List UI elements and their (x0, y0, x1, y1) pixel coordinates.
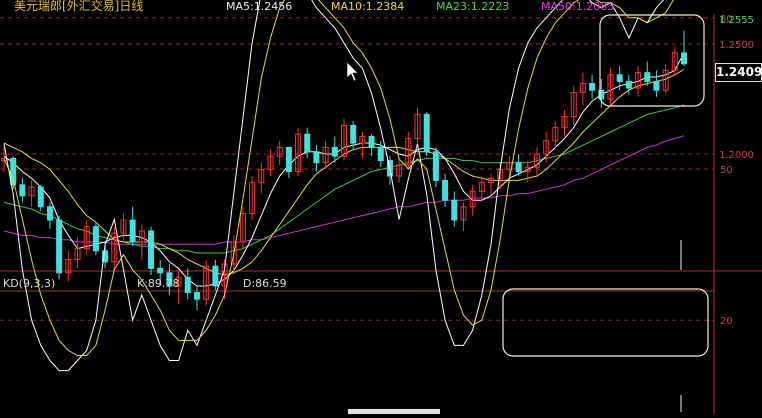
candle-body (377, 146, 384, 162)
current-price-box: 1.2409 (715, 63, 762, 82)
candle-body (19, 184, 26, 197)
candle-body (681, 52, 687, 65)
candle-body (589, 83, 596, 91)
candle-body (653, 80, 660, 91)
candle-body (56, 219, 63, 274)
candle-body (616, 74, 623, 82)
candle-body (285, 146, 292, 173)
mouse-cursor-icon (346, 61, 359, 82)
candle-body (368, 135, 375, 148)
kd-indicator-name: KD(9,3,3) (3, 277, 56, 290)
price-highlight-box (599, 14, 705, 107)
axis-labels: 1.25001.2000805020 (719, 14, 754, 327)
candle-body (129, 219, 136, 243)
candle-body (92, 226, 99, 252)
kd-tick-label: 50 (720, 165, 733, 176)
candle-body (432, 151, 439, 181)
candle-body (331, 146, 338, 157)
candle-body (37, 186, 44, 208)
candle-body (313, 151, 320, 164)
candle-body (184, 276, 191, 294)
candle-body (350, 124, 357, 144)
price-tick-label: 1.2500 (719, 40, 754, 51)
candle-body (157, 267, 164, 274)
ma23-label: MA23:1.2223 (436, 0, 510, 13)
kd-tick-label: 20 (720, 316, 733, 327)
candle-body (515, 162, 522, 173)
candle-body (193, 292, 200, 300)
candlesticks (1, 30, 687, 311)
scrollbar-thumb[interactable] (348, 409, 440, 414)
kd-highlight-box (502, 288, 709, 357)
kd-d-value: D:86.59 (243, 277, 287, 290)
kd-d-line (3, 0, 674, 356)
ma50-label: MA50:1.2083 (541, 0, 615, 13)
candle-body (442, 179, 449, 201)
candle-body (451, 199, 458, 221)
candle-body (212, 265, 219, 287)
ma10-line (3, 69, 685, 276)
kd-k-value: K:89.78 (137, 277, 180, 290)
candle-body (304, 133, 311, 153)
ma10-label: MA10:1.2384 (331, 0, 405, 13)
grid (0, 17, 714, 321)
candle-body (644, 72, 651, 82)
candle-body (423, 113, 430, 153)
high-price-label: 1.2555 (719, 15, 754, 26)
candle-body (46, 206, 53, 221)
chart-canvas: 1.25001.2000805020 (0, 0, 762, 414)
ma5-label: MA5:1.2456 (226, 0, 293, 13)
price-tick-label: 1.2000 (719, 150, 754, 161)
candle-body (148, 230, 155, 269)
chart-stage: 1.2500 1.2000 80 50 20 美元瑞郎[外汇交易]日线 MA5:1.24… (0, 0, 762, 414)
candle-body (625, 80, 632, 89)
chart-title: 美元瑞郎[外汇交易]日线 (14, 0, 144, 13)
